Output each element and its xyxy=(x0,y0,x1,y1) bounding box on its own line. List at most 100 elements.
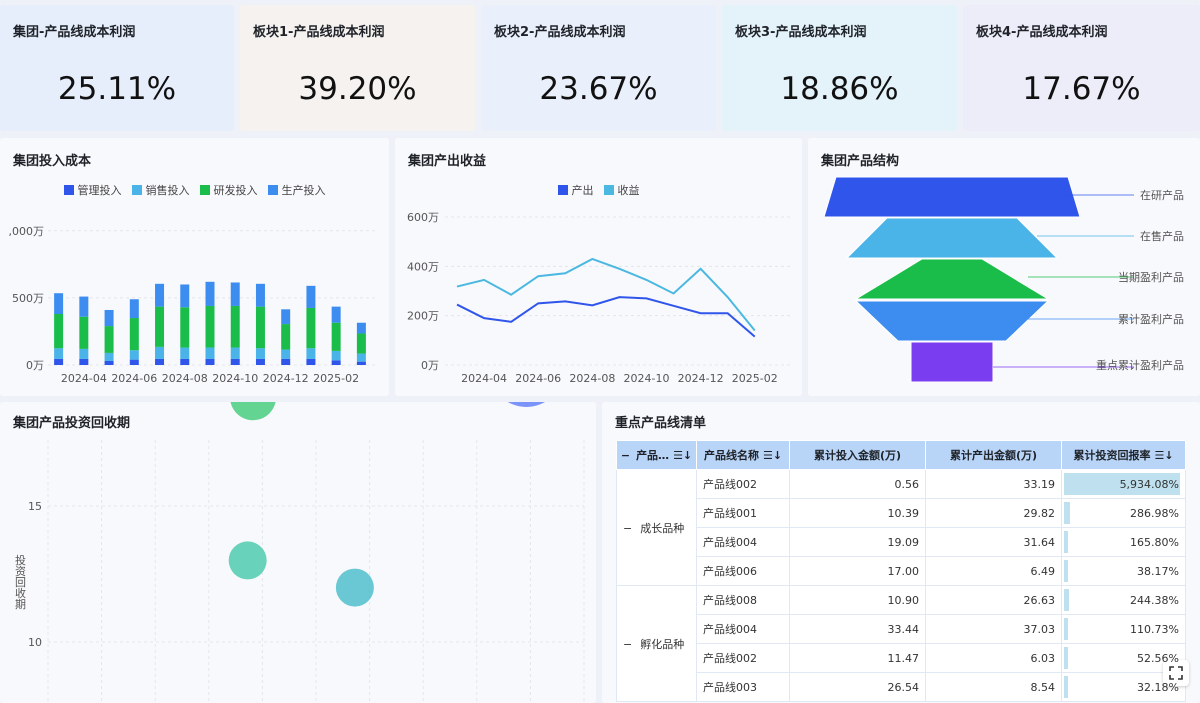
table-header-cell[interactable]: 累计产出金额(万) xyxy=(925,440,1062,470)
collapse-icon[interactable]: − xyxy=(623,638,632,651)
bubble-panel: 集团产品投资回收期 10152025投资回收期 xyxy=(0,402,596,703)
cost-y-tick: 0万 xyxy=(26,359,44,372)
funnel-label: 当期盈利产品 xyxy=(1118,270,1184,284)
table-row[interactable]: 产品线004 33.44 37.03 110.73% xyxy=(617,614,1186,644)
kpi-card-5: 板块4-产品线成本利润 17.67% xyxy=(963,5,1200,131)
roi-cell: 286.98% xyxy=(1061,498,1186,528)
funnel-label: 重点累计盈利产品 xyxy=(1096,358,1184,372)
header-label: 累计投资回报率 xyxy=(1073,449,1151,462)
cost-bar-销售投入 xyxy=(79,348,89,359)
kpi-value: 39.20% xyxy=(298,71,417,107)
kpi-card-1: 集团-产品线成本利润 25.11% xyxy=(0,5,234,131)
input-amount-cell: 26.54 xyxy=(789,672,926,702)
cost-x-tick: 2024-10 xyxy=(212,372,258,385)
output-amount-cell: 37.03 xyxy=(925,614,1062,644)
cost-x-tick: 2025-02 xyxy=(313,372,359,385)
revenue-y-tick: 0万 xyxy=(421,359,439,372)
kpi-title: 板块2-产品线成本利润 xyxy=(494,25,626,40)
output-amount-cell: 8.54 xyxy=(925,672,1062,702)
cost-bar-生产投入 xyxy=(255,283,265,307)
cost-bar-生产投入 xyxy=(230,282,240,306)
cost-bar-研发投入 xyxy=(155,306,165,347)
revenue-x-tick: 2024-10 xyxy=(624,372,670,385)
cost-bar-生产投入 xyxy=(54,293,64,315)
input-amount-cell: 11.47 xyxy=(789,643,926,673)
funnel-label: 累计盈利产品 xyxy=(1118,312,1184,326)
roi-bar xyxy=(1064,560,1068,582)
revenue-x-tick: 2024-06 xyxy=(515,372,561,385)
header-label: 产品… xyxy=(636,449,670,462)
product-line-cell: 产品线001 xyxy=(696,498,790,528)
collapse-icon[interactable]: − xyxy=(621,449,630,462)
cost-y-tick: 500万 xyxy=(12,292,44,305)
bubble-y-tick: 10 xyxy=(28,636,42,649)
roi-cell: 244.38% xyxy=(1061,585,1186,615)
revenue-panel: 集团产出收益 产出 收益 0万 200万 400万 600万 2024-04 2024-06… xyxy=(395,138,802,396)
table-header-cell[interactable]: 累计投入金额(万) xyxy=(789,440,926,470)
cost-bar-研发投入 xyxy=(205,305,215,348)
header-label: 累计产出金额(万) xyxy=(949,449,1038,462)
roi-bar xyxy=(1064,647,1068,669)
funnel-stage xyxy=(854,258,1050,300)
table-row[interactable]: − 成长品种 产品线002 0.56 33.19 5,934.08% xyxy=(616,469,1186,586)
cost-bar-研发投入 xyxy=(79,316,89,349)
cost-bar-生产投入 xyxy=(129,299,139,319)
cost-bar-销售投入 xyxy=(255,348,265,359)
table-row[interactable]: 产品线001 10.39 29.82 286.98% xyxy=(617,498,1186,528)
group-label: 孵化品种 xyxy=(640,637,685,651)
kpi-title: 集团-产品线成本利润 xyxy=(13,25,136,40)
fullscreen-icon xyxy=(1169,666,1183,680)
cost-bar-管理投入 xyxy=(104,360,114,365)
table-row[interactable]: 产品线004 19.09 31.64 165.80% xyxy=(617,527,1186,557)
table-header-cell[interactable]: − 产品… ☰↓ xyxy=(616,440,697,470)
kpi-value: 25.11% xyxy=(57,71,177,107)
cost-bar-研发投入 xyxy=(331,322,341,351)
product-line-cell: 产品线006 xyxy=(696,556,790,586)
table-row[interactable]: 产品线002 11.47 6.03 52.56% xyxy=(617,643,1186,673)
cost-bar-销售投入 xyxy=(230,347,240,359)
cost-bar-研发投入 xyxy=(180,307,190,348)
group-cell[interactable]: − 成长品种 xyxy=(616,469,697,586)
revenue-y-tick: 400万 xyxy=(407,260,439,273)
bubble-point xyxy=(228,541,267,580)
cost-bar-管理投入 xyxy=(230,358,240,365)
group-cell[interactable]: − 孵化品种 xyxy=(616,585,697,702)
funnel-stage xyxy=(845,217,1059,259)
cost-bar-销售投入 xyxy=(281,349,291,359)
kpi-title: 板块1-产品线成本利润 xyxy=(253,25,385,40)
kpi-value: 17.67% xyxy=(1022,71,1141,107)
cost-x-tick: 2024-04 xyxy=(61,372,107,385)
cost-bar-生产投入 xyxy=(180,284,190,308)
input-amount-cell: 10.90 xyxy=(789,585,926,615)
roi-value: 110.73% xyxy=(1130,622,1179,636)
cost-bar-销售投入 xyxy=(129,350,139,360)
cost-bar-研发投入 xyxy=(54,314,64,349)
revenue-y-tick: 200万 xyxy=(407,310,439,323)
input-amount-cell: 19.09 xyxy=(789,527,926,557)
table-header-cell[interactable]: 累计投资回报率 ☰↓ xyxy=(1061,440,1186,470)
cost-bar-生产投入 xyxy=(205,281,215,306)
revenue-line-产出 xyxy=(456,296,756,338)
table-header-cell[interactable]: 产品线名称 ☰↓ xyxy=(696,440,790,470)
kpi-value: 23.67% xyxy=(539,71,658,107)
table-row[interactable]: 产品线003 26.54 8.54 32.18% xyxy=(617,672,1186,702)
cost-bar-销售投入 xyxy=(155,346,165,359)
sort-icon[interactable]: ☰↓ xyxy=(1154,449,1173,462)
table-row[interactable]: 产品线006 17.00 6.49 38.17% xyxy=(617,556,1186,586)
funnel-panel: 集团产品结构 在研产品 在售产品 当期盈利产品 累计盈利产品 重点累计盈利产品 xyxy=(808,138,1200,396)
sort-icon[interactable]: ☰↓ xyxy=(763,449,782,462)
roi-value: 5,934.08% xyxy=(1119,477,1179,491)
product-line-cell: 产品线004 xyxy=(696,614,790,644)
input-amount-cell: 33.44 xyxy=(789,614,926,644)
roi-bar xyxy=(1064,502,1070,524)
funnel-stage xyxy=(823,176,1081,218)
sort-icon[interactable]: ☰↓ xyxy=(673,449,692,462)
collapse-icon[interactable]: − xyxy=(623,522,632,535)
cost-x-tick: 2024-06 xyxy=(111,372,157,385)
bubble-point xyxy=(230,402,276,421)
cost-bar-管理投入 xyxy=(129,359,139,365)
roi-bar xyxy=(1064,589,1069,611)
cost-bar-销售投入 xyxy=(104,352,114,361)
table-row[interactable]: − 孵化品种 产品线008 10.90 26.63 244.38% xyxy=(616,585,1186,702)
product-line-cell: 产品线002 xyxy=(696,643,790,673)
